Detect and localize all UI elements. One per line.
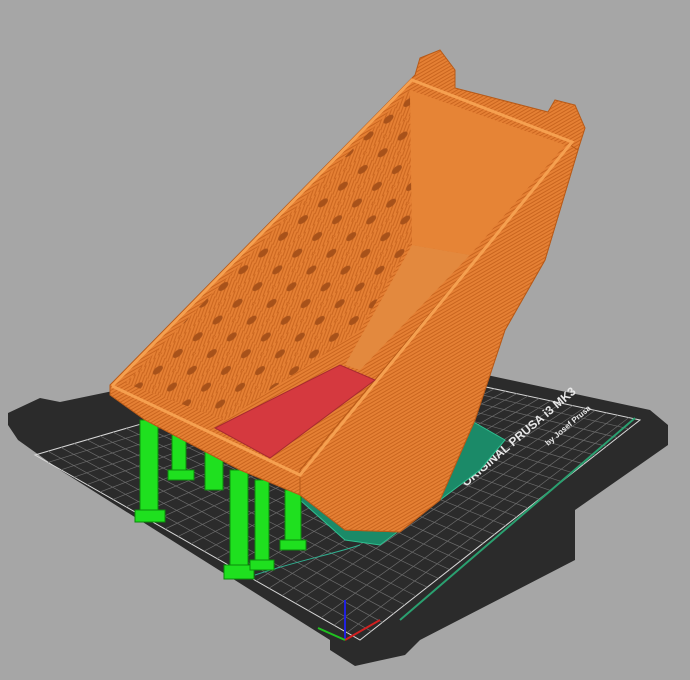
scene: ORIGINAL PRUSA i3 MK3 by Josef Prusa	[8, 49, 668, 666]
3d-preview-viewport[interactable]: ORIGINAL PRUSA i3 MK3 by Josef Prusa	[0, 0, 690, 680]
